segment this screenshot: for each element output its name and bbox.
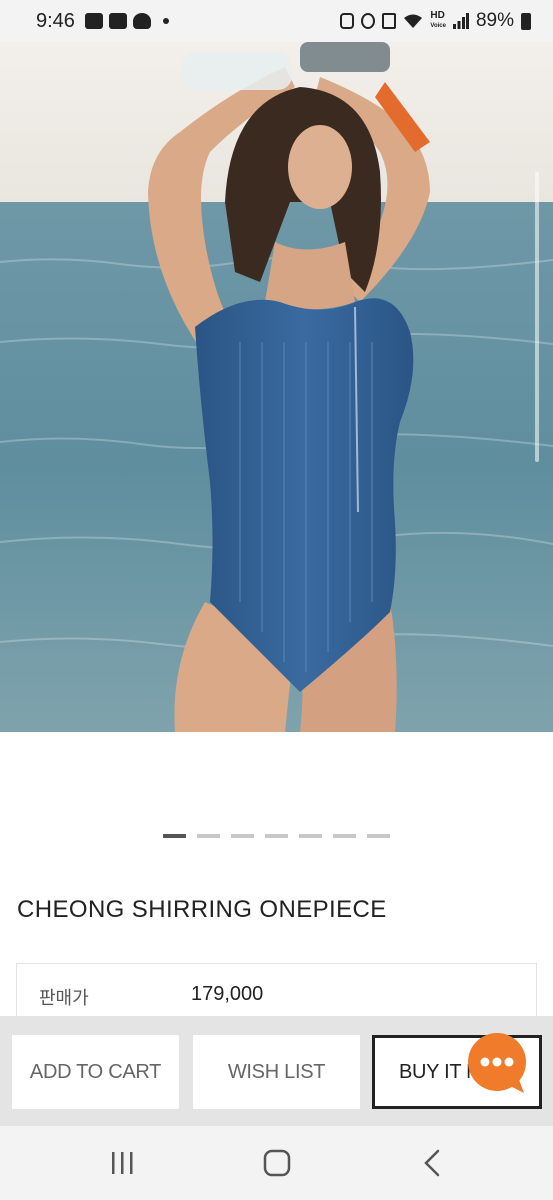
product-image-gallery[interactable] <box>0 42 553 732</box>
battery-saver-icon <box>340 13 355 29</box>
hd-label: HD <box>430 10 445 21</box>
battery-icon <box>521 12 531 30</box>
signal-icon <box>452 13 469 29</box>
pagination-dot[interactable] <box>265 834 288 838</box>
mute-icon <box>382 13 397 29</box>
wish-list-button[interactable]: WISH LIST <box>193 1035 360 1109</box>
hd-sub-label: Voice <box>430 23 446 29</box>
notification-icons <box>84 13 169 29</box>
pagination-dot[interactable] <box>299 834 322 838</box>
hd-voice-icon: HD Voice <box>430 11 446 31</box>
status-time: 9:46 <box>36 9 75 32</box>
gallery-icon <box>84 13 103 29</box>
gallery-pagination <box>0 834 553 838</box>
add-to-cart-button[interactable]: ADD TO CART <box>12 1035 179 1109</box>
coffee-icon <box>132 13 151 29</box>
wifi-icon <box>404 14 423 28</box>
recent-apps-icon[interactable] <box>103 1148 143 1178</box>
system-icons: HD Voice 89% <box>340 10 531 32</box>
more-notifications-icon <box>162 18 169 24</box>
pagination-dot[interactable] <box>333 834 356 838</box>
pagination-dot[interactable] <box>231 834 254 838</box>
price-label: 판매가 <box>39 988 89 1009</box>
home-icon[interactable] <box>257 1148 297 1178</box>
status-bar: 9:46 HD Voice 89% <box>0 0 553 42</box>
pagination-dot[interactable] <box>197 834 220 838</box>
chat-bubble-icon[interactable] <box>468 1033 530 1095</box>
price-value: 179,000 <box>191 983 264 1005</box>
pagination-dot[interactable] <box>367 834 390 838</box>
alarm-icon <box>361 13 376 29</box>
product-photo <box>0 42 553 732</box>
folder-icon <box>108 13 127 29</box>
system-navigation-bar <box>0 1126 553 1200</box>
image-scroll-indicator <box>535 172 539 462</box>
battery-percent: 89% <box>475 10 514 31</box>
product-title: CHEONG SHIRRING ONEPIECE <box>17 896 387 923</box>
back-icon[interactable] <box>412 1148 452 1178</box>
pagination-dot[interactable] <box>163 834 186 838</box>
